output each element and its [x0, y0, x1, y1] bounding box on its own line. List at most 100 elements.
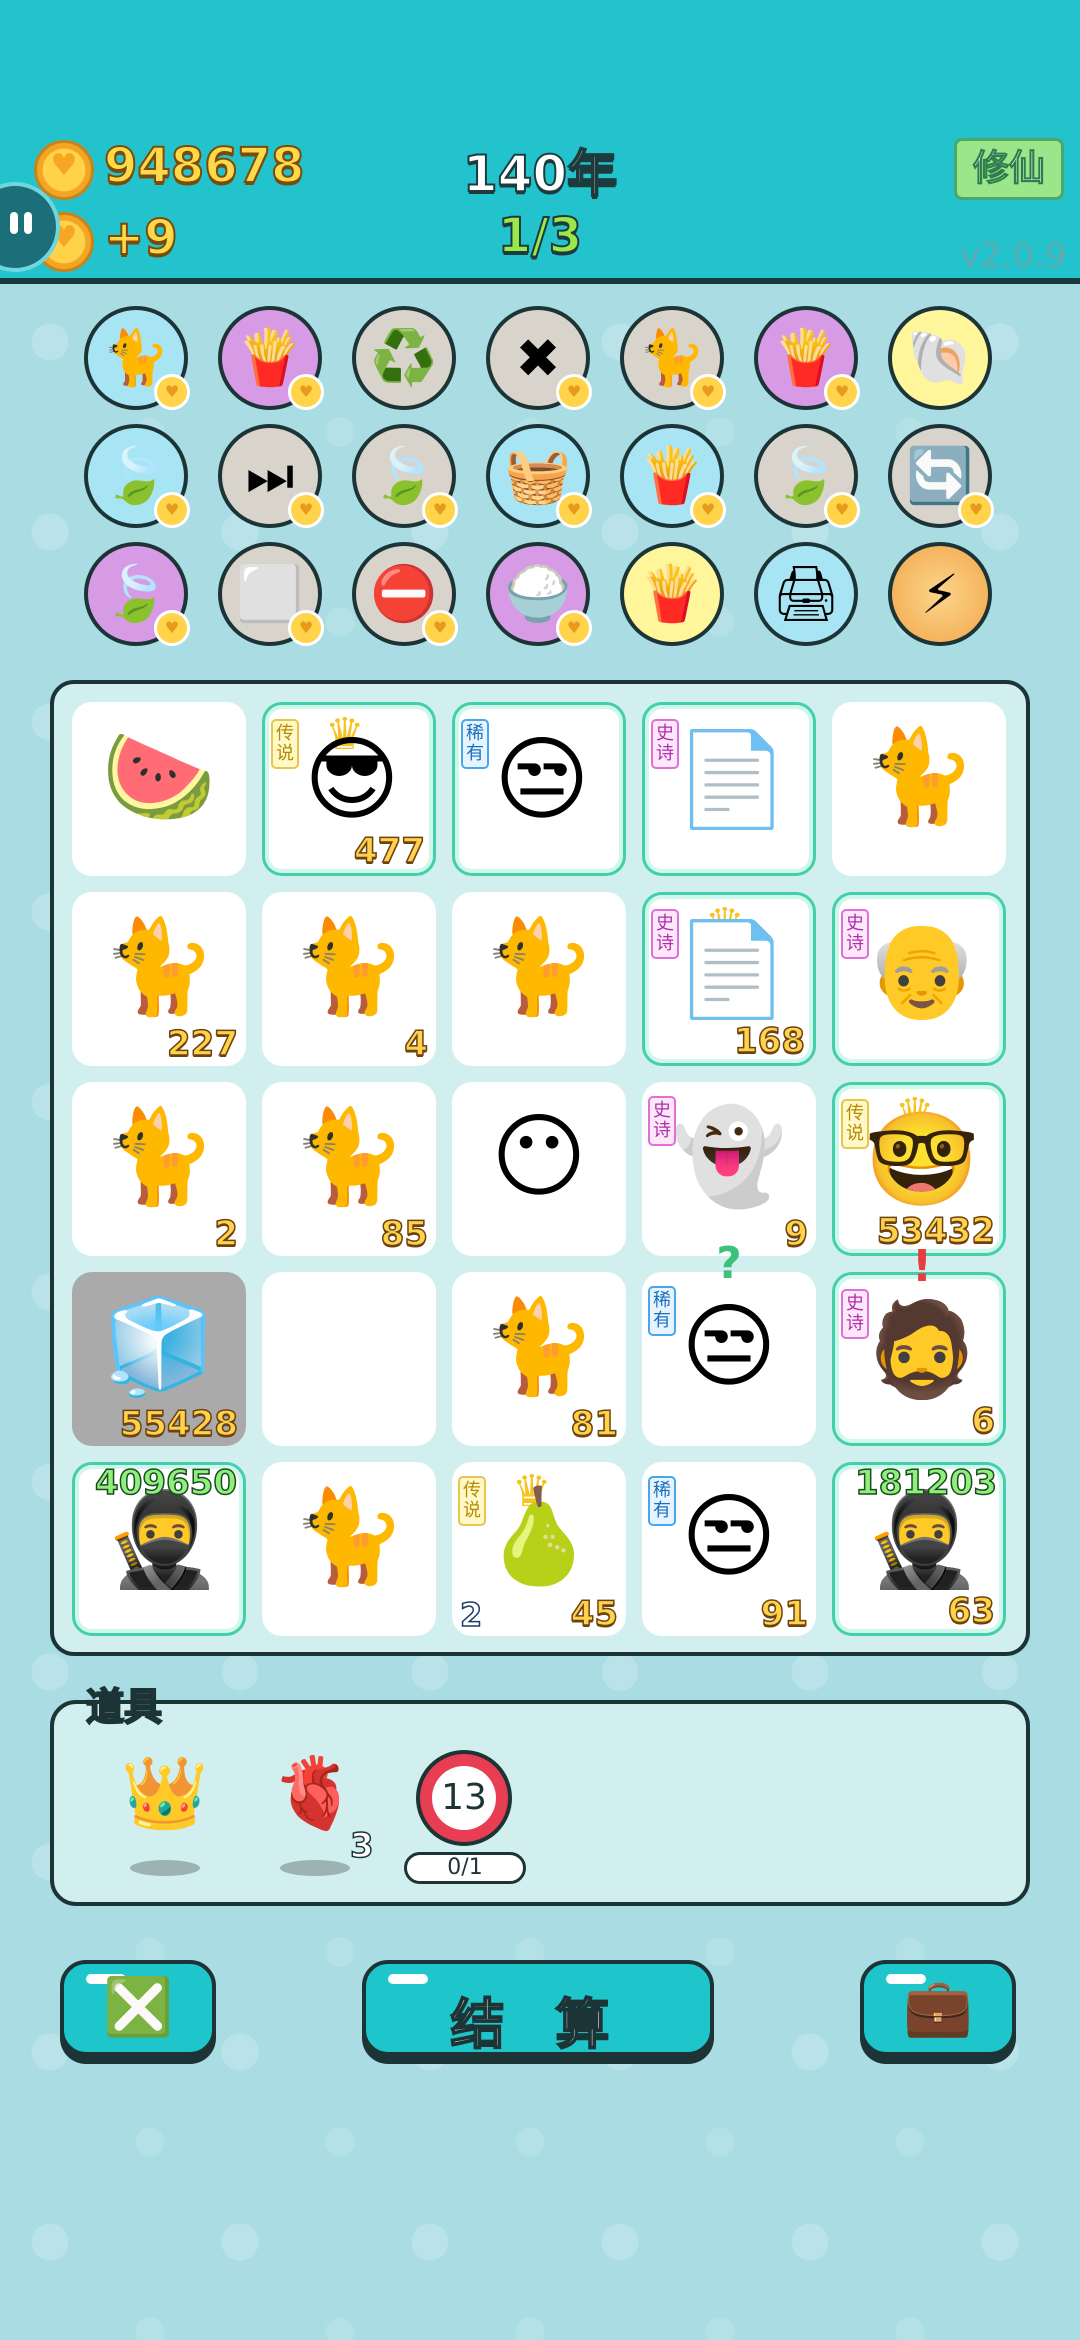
- perk-slot[interactable]: ⚡: [888, 542, 992, 646]
- briefcase-icon: 💼: [903, 1975, 973, 2040]
- rarity-tag: 传说: [841, 1099, 869, 1149]
- board-cell[interactable]: 🐈 81: [452, 1272, 626, 1446]
- perk-slot[interactable]: 🍟 ♥: [620, 424, 726, 528]
- perk-slot[interactable]: 🍟 ♥: [218, 306, 324, 410]
- perk-slot[interactable]: ⬜ ♥: [218, 542, 324, 646]
- board-cell[interactable]: ♛ 📄 史诗 168: [642, 892, 816, 1066]
- symbol-value: 91: [760, 1593, 809, 1635]
- board-cell[interactable]: ♛ 🍐 传说 45 2: [452, 1462, 626, 1636]
- perk-slot[interactable]: 🍃 ♥: [84, 542, 190, 646]
- heart-badge-icon: ♥: [154, 374, 190, 410]
- symbol-icon: 🐈: [861, 723, 977, 830]
- remove-icon: ❎: [103, 1975, 173, 2040]
- board-cell[interactable]: 🐈: [832, 702, 1006, 876]
- perk-icon: 🐚: [906, 326, 974, 389]
- symbol-top-value: 409650: [94, 1462, 237, 1504]
- board-cell[interactable]: 🐈 2: [72, 1082, 246, 1256]
- rarity-tag: 史诗: [648, 1096, 676, 1146]
- rarity-tag: 史诗: [841, 909, 869, 959]
- symbol-value: 55428: [119, 1403, 239, 1445]
- settle-button[interactable]: 结 算: [362, 1960, 714, 2057]
- perk-icon: 🍟: [638, 562, 706, 625]
- board-cell[interactable]: 🐈 4: [262, 892, 436, 1066]
- symbol-value: 81: [570, 1403, 619, 1445]
- heart-badge-icon: ♥: [690, 492, 726, 528]
- liver-item-shadow: [280, 1860, 350, 1876]
- symbol-icon: 🐈: [481, 1293, 597, 1400]
- ticket-item-icon[interactable]: 13: [416, 1750, 512, 1846]
- board-cell[interactable]: 🍉: [72, 702, 246, 876]
- perk-slot[interactable]: 🍟: [620, 542, 724, 646]
- ticket-number: 13: [432, 1766, 496, 1830]
- inventory-button[interactable]: 💼: [860, 1960, 1016, 2056]
- board-cell[interactable]: ♛ 😎 传说 477: [262, 702, 436, 876]
- board-cell[interactable]: 😶: [452, 1082, 626, 1256]
- version-label: v2.0.9: [960, 236, 1067, 276]
- perk-slot[interactable]: ⛔ ♥: [352, 542, 458, 646]
- board-cell[interactable]: 🐈 227: [72, 892, 246, 1066]
- rarity-tag: 史诗: [651, 909, 679, 959]
- perk-slot[interactable]: ⏭ ♥: [218, 424, 324, 528]
- symbol-value: 63: [947, 1590, 996, 1632]
- slot-board: 🍉 ♛ 😎 传说 477 😒 稀有 📄 史诗 🐈 🐈 227 🐈 4 🐈 ♛ 📄 史诗 168 👴 史诗 🐈 2 🐈 85 😶 👻 史…: [50, 680, 1030, 1656]
- board-cell[interactable]: 😒 稀有: [452, 702, 626, 876]
- symbol-icon: 🐈: [101, 913, 217, 1020]
- board-cell[interactable]: ♛ 🤓 传说 53432: [832, 1082, 1006, 1256]
- symbol-icon: 😶: [491, 1103, 587, 1210]
- heart-badge-icon: ♥: [690, 374, 726, 410]
- perk-slot[interactable]: ✖ ♥: [486, 306, 592, 410]
- symbol-icon: 🐈: [101, 1103, 217, 1210]
- heart-badge-icon: ♥: [154, 610, 190, 646]
- heart-badge-icon: ♥: [288, 492, 324, 528]
- perk-icon: ♻️: [370, 326, 438, 389]
- heart-badge-icon: ♥: [556, 610, 592, 646]
- symbol-value: 6: [971, 1400, 996, 1442]
- year-counter: 140年: [462, 144, 618, 204]
- board-cell[interactable]: 😒 稀有 91: [642, 1462, 816, 1636]
- heart-badge-icon: ♥: [422, 492, 458, 528]
- board-cell[interactable]: 📄 史诗: [642, 702, 816, 876]
- perk-slot[interactable]: 🍟 ♥: [754, 306, 860, 410]
- perk-icon: ⏭: [245, 444, 295, 507]
- perk-slot[interactable]: 🔄 ♥: [888, 424, 994, 528]
- rarity-tag: 稀有: [461, 719, 489, 769]
- perk-slot[interactable]: 🐈 ♥: [84, 306, 190, 410]
- perk-slot[interactable]: 🖨: [754, 542, 858, 646]
- cultivation-button[interactable]: 修仙: [954, 138, 1064, 200]
- alert-mark: !: [911, 1241, 933, 1292]
- symbol-icon: 🧊: [101, 1293, 217, 1400]
- symbol-value: 4: [404, 1023, 429, 1065]
- remove-button[interactable]: ❎: [60, 1960, 216, 2056]
- board-cell[interactable]: 😒 稀有?: [642, 1238, 816, 1446]
- liver-item-icon[interactable]: 🫀: [260, 1752, 370, 1835]
- board-cell[interactable]: 🥷 63 181203: [832, 1462, 1006, 1636]
- perk-slot[interactable]: 🍚 ♥: [486, 542, 592, 646]
- board-cell[interactable]: 🧊 55428: [72, 1272, 246, 1446]
- symbol-value: 168: [733, 1020, 805, 1062]
- board-cell[interactable]: 🧔 史诗 6!: [832, 1241, 1006, 1446]
- board-cell[interactable]: 🥷 409650: [72, 1462, 246, 1636]
- board-cell[interactable]: 🐈: [452, 892, 626, 1066]
- heart-badge-icon: ♥: [824, 374, 860, 410]
- crown-item-icon[interactable]: 👑: [110, 1752, 220, 1835]
- symbol-counter: 2: [459, 1595, 483, 1635]
- board-cell[interactable]: 👻 史诗 9: [642, 1082, 816, 1256]
- heart-badge-icon: ♥: [824, 492, 860, 528]
- heart-badge-icon: ♥: [154, 492, 190, 528]
- board-cell[interactable]: [262, 1272, 436, 1446]
- board-cell[interactable]: 🐈: [262, 1462, 436, 1636]
- perk-slot[interactable]: 🐈 ♥: [620, 306, 726, 410]
- perk-slot[interactable]: ♻️: [352, 306, 456, 410]
- perk-slot[interactable]: 🍃 ♥: [754, 424, 860, 528]
- perk-slot[interactable]: 🍃 ♥: [352, 424, 458, 528]
- perk-slot[interactable]: 🧺 ♥: [486, 424, 592, 528]
- perk-slot[interactable]: 🍃 ♥: [84, 424, 190, 528]
- perk-slot[interactable]: 🐚: [888, 306, 992, 410]
- liver-item-count: 3: [349, 1825, 374, 1867]
- perk-icon: 🖨: [771, 562, 841, 625]
- alert-mark: ?: [716, 1238, 742, 1289]
- board-cell[interactable]: 🐈 85: [262, 1082, 436, 1256]
- symbol-value: 45: [570, 1593, 619, 1635]
- board-cell[interactable]: 👴 史诗: [832, 892, 1006, 1066]
- rarity-tag: 传说: [458, 1476, 486, 1526]
